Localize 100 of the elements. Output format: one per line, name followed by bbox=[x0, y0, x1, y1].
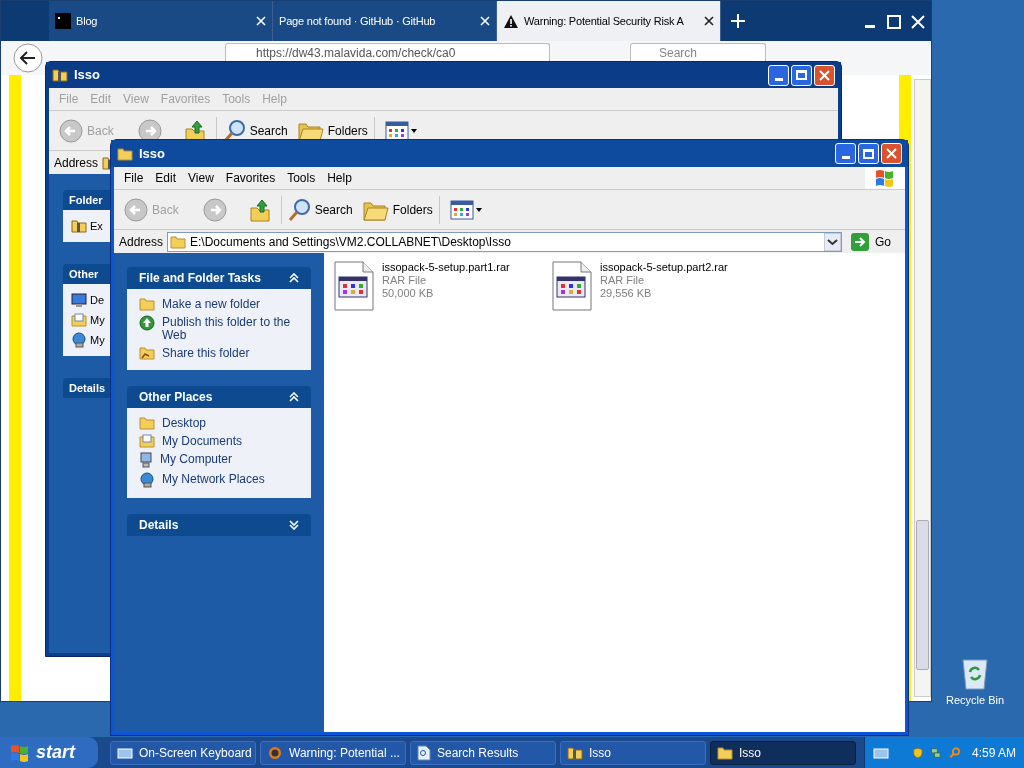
site-icon bbox=[55, 13, 71, 29]
panel-header[interactable]: Details bbox=[127, 514, 311, 536]
folder-icon bbox=[139, 416, 155, 430]
task-link[interactable]: Publish this folder to the Web bbox=[162, 315, 305, 342]
maximize-button[interactable] bbox=[791, 64, 812, 86]
globe-icon bbox=[139, 315, 155, 331]
keyboard-icon bbox=[117, 746, 133, 759]
caret-icon bbox=[410, 128, 417, 133]
address-label: Address bbox=[119, 233, 164, 251]
browser-tab[interactable]: Blog bbox=[49, 1, 273, 41]
zip-folder-icon bbox=[71, 219, 87, 233]
folder-icon bbox=[117, 146, 133, 161]
network-icon bbox=[139, 472, 155, 488]
taskbar-button[interactable]: Search Results bbox=[410, 740, 556, 765]
task-link[interactable]: My Computer bbox=[160, 452, 233, 466]
views-icon bbox=[449, 199, 474, 220]
menu-item[interactable]: Tools bbox=[281, 169, 322, 187]
folder-icon bbox=[170, 234, 187, 249]
recycle-bin-icon[interactable] bbox=[960, 656, 990, 690]
task-link[interactable]: Make a new folder bbox=[162, 297, 261, 311]
rar-file-icon[interactable] bbox=[552, 261, 592, 311]
file-size: 29,556 KB bbox=[600, 287, 653, 300]
views-button[interactable] bbox=[384, 120, 417, 141]
go-button[interactable]: Go bbox=[846, 232, 905, 251]
minimize-button[interactable] bbox=[835, 143, 856, 164]
address-label: Address bbox=[54, 154, 99, 172]
folders-button[interactable]: Folders bbox=[362, 198, 433, 221]
tab-title: Page not found · GitHub · GitHub bbox=[279, 13, 437, 29]
new-tab-icon[interactable] bbox=[731, 14, 745, 28]
maximize-icon[interactable] bbox=[887, 15, 901, 29]
caret-icon bbox=[475, 207, 482, 212]
task-link[interactable]: Ex bbox=[90, 217, 103, 235]
panel-header[interactable]: File and Folder Tasks bbox=[127, 267, 311, 289]
file-name[interactable]: issopack-5-setup.part2.rar bbox=[600, 261, 728, 274]
task-link[interactable]: De bbox=[90, 291, 105, 309]
warning-icon bbox=[503, 13, 519, 29]
panel-header[interactable]: Details bbox=[63, 378, 110, 398]
dropdown-icon[interactable] bbox=[824, 232, 841, 251]
taskbar-button[interactable]: On-Screen Keyboard bbox=[110, 740, 256, 765]
taskbar-button[interactable]: Warning: Potential ... bbox=[260, 740, 406, 765]
search-icon bbox=[287, 197, 312, 222]
folder-icon bbox=[717, 745, 733, 760]
close-tab-icon[interactable] bbox=[704, 16, 714, 26]
expand-icon[interactable] bbox=[289, 520, 299, 530]
task-link[interactable]: My Network Places bbox=[162, 472, 265, 486]
folder-icon bbox=[139, 297, 155, 311]
task-link[interactable]: My bbox=[90, 311, 105, 329]
file-name[interactable]: issopack-5-setup.part1.rar bbox=[382, 261, 510, 274]
windows-flag-icon bbox=[875, 169, 895, 187]
scrollbar[interactable] bbox=[914, 79, 931, 697]
taskbar-button[interactable]: Isso bbox=[560, 740, 706, 765]
task-link[interactable]: Share this folder bbox=[162, 346, 250, 360]
start-button[interactable]: start bbox=[0, 737, 98, 768]
clock: 4:59 AM bbox=[971, 744, 1016, 762]
close-button[interactable] bbox=[814, 64, 835, 86]
documents-folder-icon bbox=[71, 313, 87, 327]
menu-item[interactable]: Help bbox=[321, 169, 358, 187]
keyboard-icon bbox=[873, 746, 889, 759]
views-button[interactable] bbox=[449, 199, 482, 220]
menu-item[interactable]: View bbox=[182, 169, 220, 187]
browser-tab[interactable]: Warning: Potential Security Risk A bbox=[497, 1, 721, 41]
task-link[interactable]: My Documents bbox=[162, 434, 243, 448]
file-type: RAR File bbox=[600, 274, 645, 287]
panel-header[interactable]: Folder bbox=[63, 190, 110, 210]
close-icon[interactable] bbox=[911, 15, 925, 29]
file-type: RAR File bbox=[382, 274, 427, 287]
collapse-icon[interactable] bbox=[289, 392, 299, 402]
taskbar-button[interactable]: Isso bbox=[710, 740, 856, 765]
desktop-icon bbox=[71, 292, 87, 308]
document-search-icon bbox=[417, 744, 431, 761]
network-icon bbox=[71, 332, 87, 348]
tab-title: Blog bbox=[76, 13, 99, 29]
network-status-icon[interactable] bbox=[931, 745, 941, 760]
collapse-icon[interactable] bbox=[289, 273, 299, 283]
tab-title: Warning: Potential Security Risk A bbox=[524, 13, 685, 29]
file-size: 50,000 KB bbox=[382, 287, 435, 300]
window-title: Isso bbox=[139, 144, 165, 163]
panel-header[interactable]: Other Places bbox=[127, 386, 311, 408]
window-title: Isso bbox=[74, 66, 100, 85]
menu-item[interactable]: File bbox=[118, 169, 150, 187]
minimize-button[interactable] bbox=[768, 64, 789, 86]
search-button[interactable]: Search bbox=[287, 197, 353, 222]
panel-header[interactable]: Other bbox=[63, 264, 110, 284]
close-icon bbox=[886, 148, 897, 159]
views-icon bbox=[384, 120, 409, 141]
rar-file-icon[interactable] bbox=[334, 261, 374, 311]
close-icon bbox=[819, 69, 830, 81]
menu-item[interactable]: Edit bbox=[149, 169, 183, 187]
task-link[interactable]: My bbox=[90, 331, 105, 349]
search-button[interactable]: Search bbox=[222, 118, 288, 143]
desktop-icon-label[interactable]: Recycle Bin bbox=[945, 692, 1005, 709]
back-icon[interactable] bbox=[13, 43, 43, 73]
documents-folder-icon bbox=[139, 434, 155, 448]
address-field[interactable]: E:\Documents and Settings\VM2.COLLABNET\Desktop\Isso bbox=[167, 231, 842, 252]
browser-tab[interactable]: Page not found · GitHub · GitHub bbox=[273, 1, 497, 41]
shared-folder-icon bbox=[139, 346, 155, 360]
task-link[interactable]: Desktop bbox=[162, 416, 207, 430]
menu-item[interactable]: Favorites bbox=[219, 169, 282, 187]
maximize-button[interactable] bbox=[858, 143, 879, 164]
zip-folder-icon bbox=[52, 68, 68, 82]
